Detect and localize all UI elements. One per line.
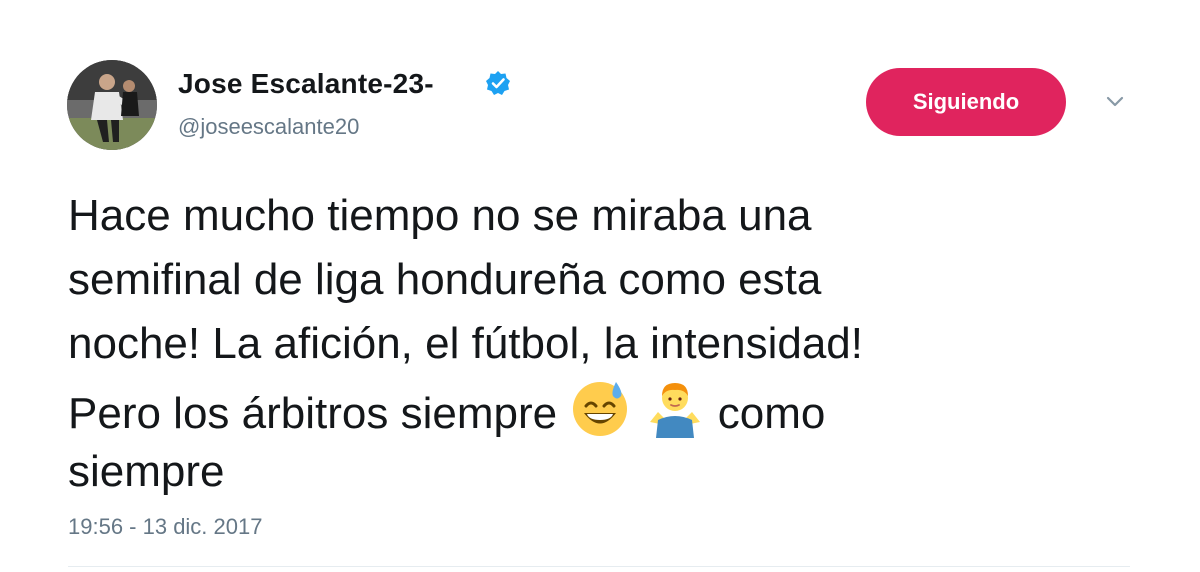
divider [68, 566, 1130, 567]
tweet-card: Jose Escalante-23- @joseescalante20 Sigu… [0, 0, 1200, 572]
following-button[interactable]: Siguiendo [866, 68, 1066, 136]
profile-photo-icon [67, 60, 157, 150]
tweet-line: siempre [68, 447, 225, 496]
grinning-face-with-sweat-emoji-icon [573, 382, 628, 436]
tweet-text-fragment: Pero los árbitros siempre [68, 389, 558, 438]
man-shrugging-emoji-icon [649, 383, 700, 438]
tweet-line: semifinal de liga hondureña como esta [68, 255, 822, 304]
display-name[interactable]: Jose Escalante-23- [178, 66, 434, 102]
tweet-line-with-emoji: Pero los árbitros siempre como [68, 376, 1148, 440]
tweet-text: Hace mucho tiempo no se miraba una semif… [68, 184, 1148, 504]
tweet-line: noche! La afición, el fútbol, la intensi… [68, 319, 863, 368]
verified-badge-icon [486, 71, 510, 95]
tweet-timestamp[interactable]: 19:56 - 13 dic. 2017 [68, 512, 262, 542]
user-handle[interactable]: @joseescalante20 [178, 112, 359, 142]
avatar[interactable] [67, 60, 157, 150]
tweet-text-fragment: como [717, 389, 826, 438]
chevron-down-icon[interactable] [1100, 90, 1130, 114]
tweet-line: Hace mucho tiempo no se miraba una [68, 191, 812, 240]
